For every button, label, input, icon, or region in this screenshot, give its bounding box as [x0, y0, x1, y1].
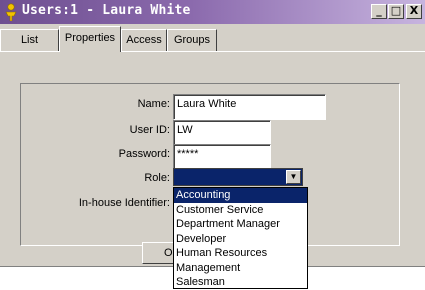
role-option-customer-service[interactable]: Customer Service: [174, 203, 307, 218]
role-option-department-manager[interactable]: Department Manager: [174, 217, 307, 232]
role-option-human-resources[interactable]: Human Resources: [174, 246, 307, 261]
role-option-salesman[interactable]: Salesman: [174, 275, 307, 290]
role-option-management[interactable]: Management: [174, 261, 307, 276]
role-option-developer[interactable]: Developer: [174, 232, 307, 247]
role-label: Role:: [144, 172, 170, 184]
tab-properties[interactable]: Properties: [59, 26, 121, 52]
name-field[interactable]: Laura White: [173, 94, 326, 120]
window-title: Users:1 - Laura White: [22, 3, 191, 18]
tab-groups[interactable]: Groups: [167, 29, 217, 51]
inhouse-label: In-house Identifier:: [78, 197, 170, 209]
maximize-button[interactable]: □: [388, 4, 404, 19]
name-label: Name:: [137, 98, 170, 110]
user-icon: [5, 3, 17, 21]
tab-list[interactable]: List: [0, 29, 59, 51]
role-option-accounting[interactable]: Accounting: [174, 188, 307, 203]
userid-label: User ID:: [129, 124, 170, 136]
close-button[interactable]: X: [406, 4, 422, 19]
title-bar[interactable]: Users:1 - Laura White _ □ X: [0, 0, 425, 24]
role-select[interactable]: ▼: [173, 168, 303, 186]
role-dropdown-list[interactable]: Accounting Customer Service Department M…: [173, 187, 308, 289]
minimize-button[interactable]: _: [371, 4, 387, 19]
chevron-down-icon[interactable]: ▼: [286, 170, 301, 184]
password-label: Password:: [118, 148, 170, 160]
userid-field[interactable]: LW: [173, 120, 271, 146]
tab-access[interactable]: Access: [121, 29, 167, 51]
password-field[interactable]: *****: [173, 144, 271, 170]
